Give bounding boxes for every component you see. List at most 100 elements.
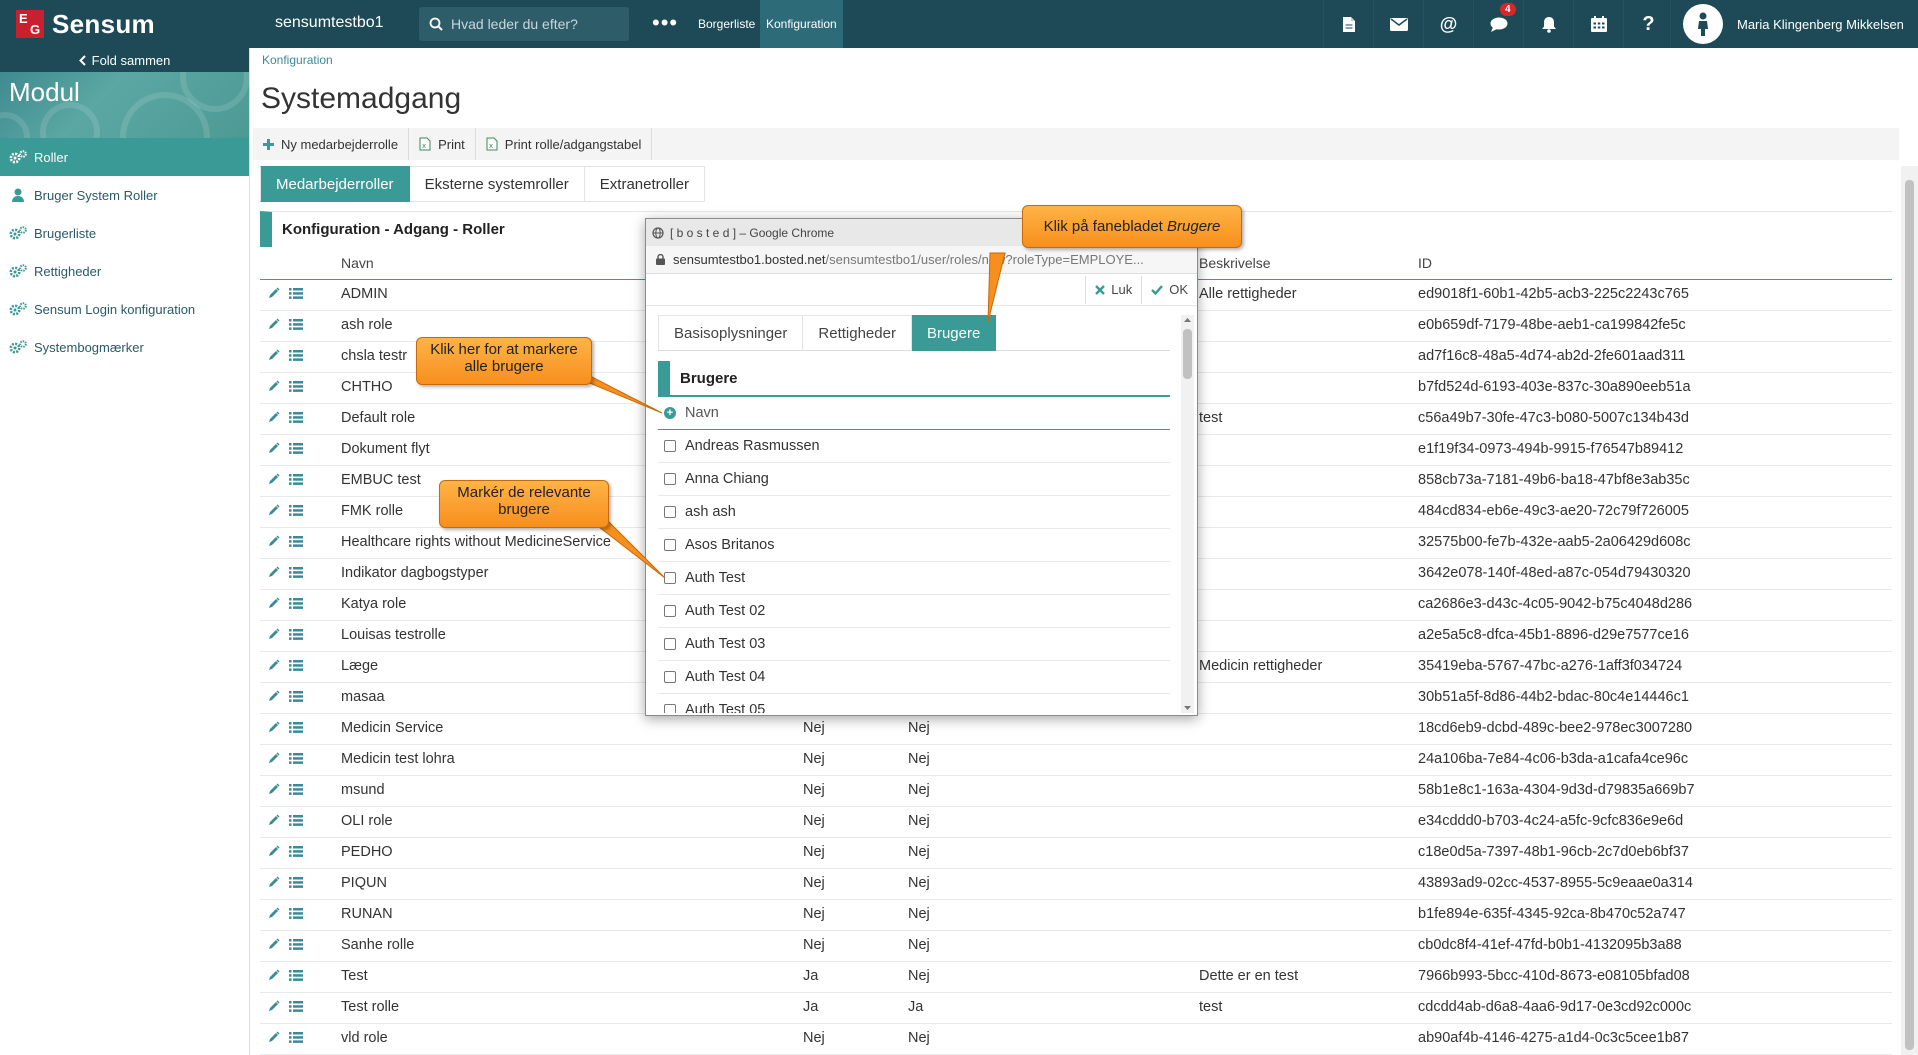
search-input[interactable] [451, 16, 621, 32]
table-row[interactable]: Medicin Service Nej Nej 18cd6eb9-dcbd-489c-… [260, 714, 1892, 745]
list-icon[interactable] [289, 318, 303, 334]
user-list-item[interactable]: Auth Test 03 [658, 628, 1170, 661]
edit-pencil-icon[interactable] [268, 349, 280, 365]
table-row[interactable]: Sanhe rolle Nej Nej cb0dc8f4-41ef-47fd-b0b1… [260, 931, 1892, 962]
list-icon[interactable] [289, 907, 303, 923]
edit-pencil-icon[interactable] [268, 907, 280, 923]
edit-pencil-icon[interactable] [268, 690, 280, 706]
edit-pencil-icon[interactable] [268, 845, 280, 861]
list-icon[interactable] [289, 349, 303, 365]
ok-button[interactable]: OK [1141, 275, 1197, 304]
sensum-logo[interactable]: EG Sensum [16, 8, 155, 40]
help-icon[interactable]: ? [1623, 0, 1673, 48]
user-list-item[interactable]: Anna Chiang [658, 463, 1170, 496]
edit-pencil-icon[interactable] [268, 535, 280, 551]
list-icon[interactable] [289, 690, 303, 706]
sidebar-item-roller[interactable]: Roller [0, 138, 249, 176]
col-id-header[interactable]: ID [1418, 255, 1432, 271]
list-icon[interactable] [289, 969, 303, 985]
user-checkbox[interactable] [664, 671, 676, 683]
table-row[interactable]: msund Nej Nej 58b1e8c1-163a-4304-9d3d-d7983… [260, 776, 1892, 807]
bell-icon[interactable] [1523, 0, 1573, 48]
edit-pencil-icon[interactable] [268, 1031, 280, 1047]
breadcrumb[interactable]: Konfiguration [262, 53, 333, 67]
tab-basisoplysninger[interactable]: Basisoplysninger [658, 315, 804, 351]
edit-pencil-icon[interactable] [268, 411, 280, 427]
mail-icon[interactable] [1373, 0, 1423, 48]
edit-pencil-icon[interactable] [268, 628, 280, 644]
list-icon[interactable] [289, 814, 303, 830]
arrow-down-icon[interactable] [1184, 706, 1191, 711]
user-checkbox[interactable] [664, 605, 676, 617]
sidebar-item-rettigheder[interactable]: Rettigheder [0, 252, 249, 290]
table-row[interactable]: Medicin test lohra Nej Nej 24a106ba-7e84-4c… [260, 745, 1892, 776]
edit-pencil-icon[interactable] [268, 814, 280, 830]
col-description-header[interactable]: Beskrivelse [1199, 255, 1271, 271]
table-row[interactable]: PIQUN Nej Nej 43893ad9-02cc-4537-8955-5c9ea… [260, 869, 1892, 900]
edit-pencil-icon[interactable] [268, 597, 280, 613]
col-name-header[interactable]: Navn [341, 255, 374, 271]
list-icon[interactable] [289, 597, 303, 613]
sidebar-item-bruger-system-roller[interactable]: Bruger System Roller [0, 176, 249, 214]
table-row[interactable]: PEDHO Nej Nej c18e0d5a-7397-48b1-96cb-2c7d0… [260, 838, 1892, 869]
user-list-item[interactable]: Andreas Rasmussen [658, 430, 1170, 463]
list-icon[interactable] [289, 938, 303, 954]
tab-eksterne-systemroller[interactable]: Eksterne systemroller [409, 166, 585, 202]
user-menu[interactable]: Maria Klingenberg Mikkelsen [1670, 0, 1918, 48]
plus-circle-icon[interactable]: + [664, 407, 676, 419]
sidebar-item-brugerliste[interactable]: Brugerliste [0, 214, 249, 252]
sidebar-item-sensum-login[interactable]: Sensum Login konfiguration [0, 290, 249, 328]
calendar-icon[interactable] [1573, 0, 1623, 48]
list-icon[interactable] [289, 566, 303, 582]
list-icon[interactable] [289, 1031, 303, 1047]
edit-pencil-icon[interactable] [268, 1000, 280, 1016]
user-checkbox[interactable] [664, 572, 676, 584]
print-button[interactable]: x Print [409, 128, 476, 160]
nav-borgerliste[interactable]: Borgerliste [692, 0, 761, 48]
at-icon[interactable]: @ [1423, 0, 1473, 48]
arrow-up-icon[interactable] [1184, 317, 1191, 322]
list-icon[interactable] [289, 535, 303, 551]
user-list-item[interactable]: Auth Test 05 [658, 694, 1170, 713]
table-row[interactable]: Test Ja Nej Dette er en test 7966b993-5bcc-4… [260, 962, 1892, 993]
edit-pencil-icon[interactable] [268, 566, 280, 582]
table-row[interactable]: RUNAN Nej Nej b1fe894e-635f-4345-92ca-8b470… [260, 900, 1892, 931]
user-checkbox[interactable] [664, 473, 676, 485]
list-icon[interactable] [289, 845, 303, 861]
new-role-button[interactable]: Ny medarbejderrolle [253, 128, 410, 160]
user-list-item[interactable]: Auth Test 04 [658, 661, 1170, 694]
select-all-users-row[interactable]: + Navn [658, 397, 1170, 430]
edit-pencil-icon[interactable] [268, 380, 280, 396]
list-icon[interactable] [289, 1000, 303, 1016]
search-box[interactable] [419, 7, 629, 41]
page-scrollbar[interactable] [1901, 166, 1918, 1055]
edit-pencil-icon[interactable] [268, 876, 280, 892]
table-row[interactable]: vld role Nej Nej ab90af4b-4146-4275-a1d4-0c… [260, 1024, 1892, 1055]
list-icon[interactable] [289, 473, 303, 489]
fold-sidebar-button[interactable]: Fold sammen [0, 48, 249, 72]
user-checkbox[interactable] [664, 539, 676, 551]
close-button[interactable]: Luk [1085, 275, 1141, 304]
nav-konfiguration[interactable]: Konfiguration [760, 0, 843, 48]
list-icon[interactable] [289, 287, 303, 303]
edit-pencil-icon[interactable] [268, 659, 280, 675]
user-list-item[interactable]: Auth Test [658, 562, 1170, 595]
document-icon[interactable] [1323, 0, 1373, 48]
list-icon[interactable] [289, 442, 303, 458]
edit-pencil-icon[interactable] [268, 969, 280, 985]
table-row[interactable]: OLI role Nej Nej e34cddd0-b703-4c24-a5fc-9c… [260, 807, 1892, 838]
user-list-item[interactable]: ash ash [658, 496, 1170, 529]
edit-pencil-icon[interactable] [268, 318, 280, 334]
edit-pencil-icon[interactable] [268, 473, 280, 489]
list-icon[interactable] [289, 504, 303, 520]
list-icon[interactable] [289, 752, 303, 768]
edit-pencil-icon[interactable] [268, 442, 280, 458]
edit-pencil-icon[interactable] [268, 752, 280, 768]
print-table-button[interactable]: x Print rolle/adgangstabel [476, 128, 653, 160]
tab-brugere[interactable]: Brugere [911, 315, 997, 351]
tab-medarbejderroller[interactable]: Medarbejderroller [260, 166, 410, 202]
popup-scrollbar[interactable] [1181, 315, 1194, 713]
table-row[interactable]: Test rolle Ja Ja test cdcdd4ab-d6a8-4aa6-9d1… [260, 993, 1892, 1024]
list-icon[interactable] [289, 628, 303, 644]
list-icon[interactable] [289, 380, 303, 396]
